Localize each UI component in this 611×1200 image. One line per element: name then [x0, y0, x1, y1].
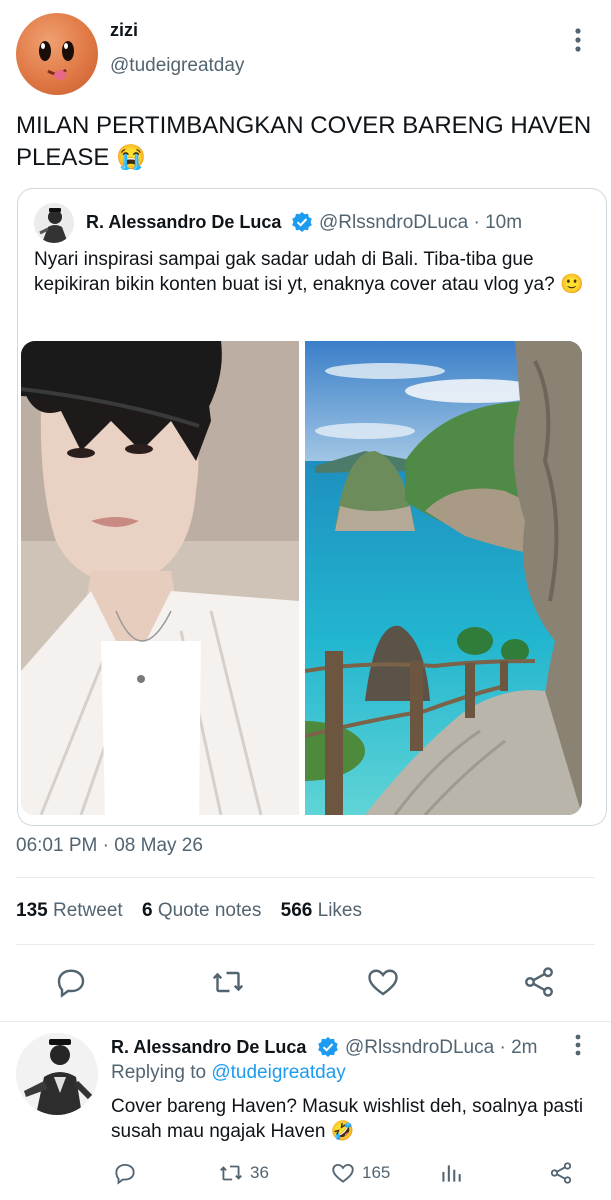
retweets-stat[interactable]: 135 Retweet [16, 900, 123, 921]
author-avatar[interactable] [16, 13, 98, 95]
tweet-stats: 135 Retweet 6 Quote notes 566 Likes [16, 900, 362, 922]
retweet-icon[interactable] [210, 964, 246, 1000]
replying-to: Replying to @tudeigreatday [111, 1062, 346, 1084]
reply-author-avatar[interactable] [16, 1033, 98, 1115]
divider [16, 944, 595, 945]
reply-like-button[interactable]: 165 [330, 1158, 390, 1188]
selfie-photo[interactable] [21, 341, 299, 815]
share-icon[interactable] [521, 964, 557, 1000]
share-icon [550, 1162, 572, 1184]
quoted-tweet-card[interactable]: R. Alessandro De Luca @RlssndroDLuca · 1… [17, 188, 607, 826]
tweet-timestamp[interactable]: 06:01 PM · 08 May 26 [16, 835, 203, 857]
quoted-author-name[interactable]: R. Alessandro De Luca [86, 212, 281, 233]
reply-author-handle[interactable]: @RlssndroDLuca · 2m [345, 1037, 537, 1059]
likes-count: 566 [280, 900, 313, 921]
quoted-tweet-text: Nyari inspirasi sampai gak sadar udah di… [34, 249, 584, 295]
author-name[interactable]: zizi [110, 20, 138, 41]
author-handle[interactable]: @tudeigreatday [110, 55, 244, 77]
reply-author-name[interactable]: R. Alessandro De Luca [111, 1037, 306, 1058]
reply-reply-button[interactable] [112, 1158, 138, 1188]
replying-to-handle[interactable]: @tudeigreatday [211, 1062, 345, 1083]
verified-icon [291, 211, 313, 233]
divider [0, 1021, 611, 1022]
tweet-text: MILAN PERTIMBANGKAN COVER BARENG HAVEN P… [16, 112, 592, 171]
reply-retweet-button[interactable]: 36 [218, 1158, 269, 1188]
reply-share-button[interactable] [548, 1158, 574, 1188]
reply-icon [115, 1163, 135, 1185]
quotes-stat[interactable]: 6 Quote notes [142, 900, 261, 921]
reply-like-count: 165 [362, 1163, 391, 1182]
bali-landscape-photo[interactable] [305, 341, 582, 815]
quoted-author-avatar[interactable] [34, 203, 74, 243]
views-icon [442, 1165, 461, 1182]
reply-views-button[interactable] [438, 1158, 464, 1188]
more-vertical-icon[interactable] [566, 1033, 590, 1059]
likes-label: Likes [317, 900, 362, 921]
quotes-label: Quote notes [157, 900, 262, 921]
verified-icon [317, 1036, 339, 1058]
retweet-icon [220, 1165, 242, 1181]
retweets-label: Retweet [52, 900, 123, 921]
reply-retweet-count: 36 [250, 1163, 269, 1182]
replying-to-label: Replying to [111, 1062, 207, 1083]
more-vertical-icon[interactable] [560, 25, 596, 55]
quoted-author-handle[interactable]: @RlssndroDLuca · 10m [319, 212, 522, 234]
reply-icon[interactable] [53, 964, 89, 1000]
divider [16, 877, 595, 878]
retweets-count: 135 [16, 900, 48, 921]
like-icon [332, 1163, 354, 1183]
like-icon[interactable] [365, 964, 401, 1000]
likes-stat[interactable]: 566 Likes [281, 900, 362, 921]
reply-text: Cover bareng Haven? Masuk wishlist deh, … [111, 1096, 584, 1142]
quotes-count: 6 [141, 900, 153, 921]
